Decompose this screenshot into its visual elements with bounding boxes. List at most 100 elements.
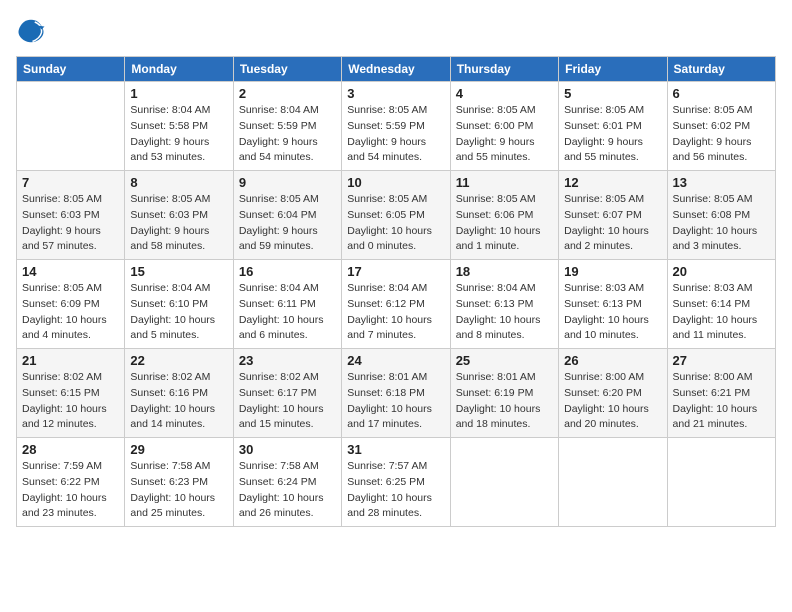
logo: [16, 16, 50, 46]
day-info: Sunrise: 8:00 AMSunset: 6:21 PMDaylight:…: [673, 370, 770, 433]
day-number: 13: [673, 175, 770, 190]
day-info: Sunrise: 8:05 AMSunset: 6:02 PMDaylight:…: [673, 103, 770, 166]
weekday-header: Saturday: [667, 57, 775, 82]
day-info: Sunrise: 8:00 AMSunset: 6:20 PMDaylight:…: [564, 370, 661, 433]
day-info: Sunrise: 8:02 AMSunset: 6:17 PMDaylight:…: [239, 370, 336, 433]
day-info: Sunrise: 8:05 AMSunset: 6:03 PMDaylight:…: [130, 192, 227, 255]
weekday-header: Tuesday: [233, 57, 341, 82]
calendar-week-row: 14 Sunrise: 8:05 AMSunset: 6:09 PMDayligh…: [17, 260, 776, 349]
day-info: Sunrise: 8:05 AMSunset: 6:01 PMDaylight:…: [564, 103, 661, 166]
calendar-table: SundayMondayTuesdayWednesdayThursdayFrid…: [16, 56, 776, 527]
day-number: 7: [22, 175, 119, 190]
calendar-cell: 7Sunrise: 8:05 AMSunset: 6:03 PMDaylight…: [17, 171, 125, 260]
logo-icon: [16, 16, 46, 46]
calendar-header-row: SundayMondayTuesdayWednesdayThursdayFrid…: [17, 57, 776, 82]
calendar-cell: 27 Sunrise: 8:00 AMSunset: 6:21 PMDayligh…: [667, 349, 775, 438]
day-info: Sunrise: 8:05 AMSunset: 5:59 PMDaylight:…: [347, 103, 444, 166]
day-number: 4: [456, 86, 553, 101]
day-info: Sunrise: 8:05 AMSunset: 6:07 PMDaylight:…: [564, 192, 661, 255]
weekday-header: Friday: [559, 57, 667, 82]
calendar-cell: 10 Sunrise: 8:05 AMSunset: 6:05 PMDayligh…: [342, 171, 450, 260]
calendar-cell: 12 Sunrise: 8:05 AMSunset: 6:07 PMDayligh…: [559, 171, 667, 260]
day-info: Sunrise: 7:59 AMSunset: 6:22 PMDaylight:…: [22, 459, 119, 522]
calendar-cell: 9 Sunrise: 8:05 AMSunset: 6:04 PMDaylight…: [233, 171, 341, 260]
day-number: 27: [673, 353, 770, 368]
day-info: Sunrise: 8:01 AMSunset: 6:19 PMDaylight:…: [456, 370, 553, 433]
day-info: Sunrise: 8:04 AMSunset: 5:58 PMDaylight:…: [130, 103, 227, 166]
day-number: 15: [130, 264, 227, 279]
day-number: 31: [347, 442, 444, 457]
calendar-cell: 30Sunrise: 7:58 AMSunset: 6:24 PMDayligh…: [233, 438, 341, 527]
calendar-cell: 1 Sunrise: 8:04 AMSunset: 5:58 PMDaylight…: [125, 82, 233, 171]
calendar-cell: 4 Sunrise: 8:05 AMSunset: 6:00 PMDaylight…: [450, 82, 558, 171]
calendar-cell: [559, 438, 667, 527]
day-info: Sunrise: 8:04 AMSunset: 6:10 PMDaylight:…: [130, 281, 227, 344]
calendar-cell: 6 Sunrise: 8:05 AMSunset: 6:02 PMDaylight…: [667, 82, 775, 171]
day-info: Sunrise: 8:05 AMSunset: 6:06 PMDaylight:…: [456, 192, 553, 255]
weekday-header: Monday: [125, 57, 233, 82]
weekday-header: Wednesday: [342, 57, 450, 82]
day-number: 30: [239, 442, 336, 457]
calendar-cell: 5 Sunrise: 8:05 AMSunset: 6:01 PMDaylight…: [559, 82, 667, 171]
day-number: 19: [564, 264, 661, 279]
calendar-cell: [17, 82, 125, 171]
calendar-cell: 17Sunrise: 8:04 AMSunset: 6:12 PMDayligh…: [342, 260, 450, 349]
day-info: Sunrise: 8:02 AMSunset: 6:16 PMDaylight:…: [130, 370, 227, 433]
day-number: 14: [22, 264, 119, 279]
day-number: 8: [130, 175, 227, 190]
day-info: Sunrise: 7:58 AMSunset: 6:23 PMDaylight:…: [130, 459, 227, 522]
calendar-cell: 31 Sunrise: 7:57 AMSunset: 6:25 PMDayligh…: [342, 438, 450, 527]
calendar-cell: 25 Sunrise: 8:01 AMSunset: 6:19 PMDayligh…: [450, 349, 558, 438]
day-info: Sunrise: 8:05 AMSunset: 6:05 PMDaylight:…: [347, 192, 444, 255]
calendar-cell: 19Sunrise: 8:03 AMSunset: 6:13 PMDayligh…: [559, 260, 667, 349]
day-number: 28: [22, 442, 119, 457]
day-number: 16: [239, 264, 336, 279]
day-number: 10: [347, 175, 444, 190]
day-info: Sunrise: 8:04 AMSunset: 6:13 PMDaylight:…: [456, 281, 553, 344]
weekday-header: Sunday: [17, 57, 125, 82]
calendar-cell: 22 Sunrise: 8:02 AMSunset: 6:16 PMDayligh…: [125, 349, 233, 438]
day-number: 6: [673, 86, 770, 101]
day-info: Sunrise: 8:05 AMSunset: 6:04 PMDaylight:…: [239, 192, 336, 255]
calendar-cell: 29Sunrise: 7:58 AMSunset: 6:23 PMDayligh…: [125, 438, 233, 527]
day-info: Sunrise: 7:57 AMSunset: 6:25 PMDaylight:…: [347, 459, 444, 522]
calendar-cell: 23 Sunrise: 8:02 AMSunset: 6:17 PMDayligh…: [233, 349, 341, 438]
day-number: 9: [239, 175, 336, 190]
day-number: 25: [456, 353, 553, 368]
day-info: Sunrise: 8:05 AMSunset: 6:09 PMDaylight:…: [22, 281, 119, 344]
day-number: 11: [456, 175, 553, 190]
calendar-cell: 8 Sunrise: 8:05 AMSunset: 6:03 PMDaylight…: [125, 171, 233, 260]
day-number: 26: [564, 353, 661, 368]
day-number: 2: [239, 86, 336, 101]
day-number: 12: [564, 175, 661, 190]
calendar-week-row: 28 Sunrise: 7:59 AMSunset: 6:22 PMDayligh…: [17, 438, 776, 527]
calendar-cell: 16 Sunrise: 8:04 AMSunset: 6:11 PMDayligh…: [233, 260, 341, 349]
day-number: 22: [130, 353, 227, 368]
day-number: 5: [564, 86, 661, 101]
calendar-cell: 3Sunrise: 8:05 AMSunset: 5:59 PMDaylight…: [342, 82, 450, 171]
calendar-cell: [450, 438, 558, 527]
day-info: Sunrise: 8:02 AMSunset: 6:15 PMDaylight:…: [22, 370, 119, 433]
calendar-cell: 14 Sunrise: 8:05 AMSunset: 6:09 PMDayligh…: [17, 260, 125, 349]
weekday-header: Thursday: [450, 57, 558, 82]
calendar-week-row: 1 Sunrise: 8:04 AMSunset: 5:58 PMDaylight…: [17, 82, 776, 171]
calendar-cell: 21Sunrise: 8:02 AMSunset: 6:15 PMDayligh…: [17, 349, 125, 438]
day-number: 24: [347, 353, 444, 368]
calendar-cell: 20 Sunrise: 8:03 AMSunset: 6:14 PMDayligh…: [667, 260, 775, 349]
day-number: 1: [130, 86, 227, 101]
day-info: Sunrise: 8:04 AMSunset: 6:12 PMDaylight:…: [347, 281, 444, 344]
calendar-cell: 15 Sunrise: 8:04 AMSunset: 6:10 PMDayligh…: [125, 260, 233, 349]
calendar-week-row: 21Sunrise: 8:02 AMSunset: 6:15 PMDayligh…: [17, 349, 776, 438]
day-number: 20: [673, 264, 770, 279]
calendar-week-row: 7 Sunrise: 8:05 AMSunset: 6:03 PMDaylight…: [17, 171, 776, 260]
day-number: 18: [456, 264, 553, 279]
calendar-cell: 2Sunrise: 8:04 AMSunset: 5:59 PMDaylight…: [233, 82, 341, 171]
calendar-cell: 26 Sunrise: 8:00 AMSunset: 6:20 PMDayligh…: [559, 349, 667, 438]
day-number: 23: [239, 353, 336, 368]
day-info: Sunrise: 8:04 AMSunset: 6:11 PMDaylight:…: [239, 281, 336, 344]
day-info: Sunrise: 8:05 AMSunset: 6:00 PMDaylight:…: [456, 103, 553, 166]
calendar-cell: 18 Sunrise: 8:04 AMSunset: 6:13 PMDayligh…: [450, 260, 558, 349]
calendar-cell: 24Sunrise: 8:01 AMSunset: 6:18 PMDayligh…: [342, 349, 450, 438]
day-info: Sunrise: 8:03 AMSunset: 6:14 PMDaylight:…: [673, 281, 770, 344]
calendar-cell: 11 Sunrise: 8:05 AMSunset: 6:06 PMDayligh…: [450, 171, 558, 260]
